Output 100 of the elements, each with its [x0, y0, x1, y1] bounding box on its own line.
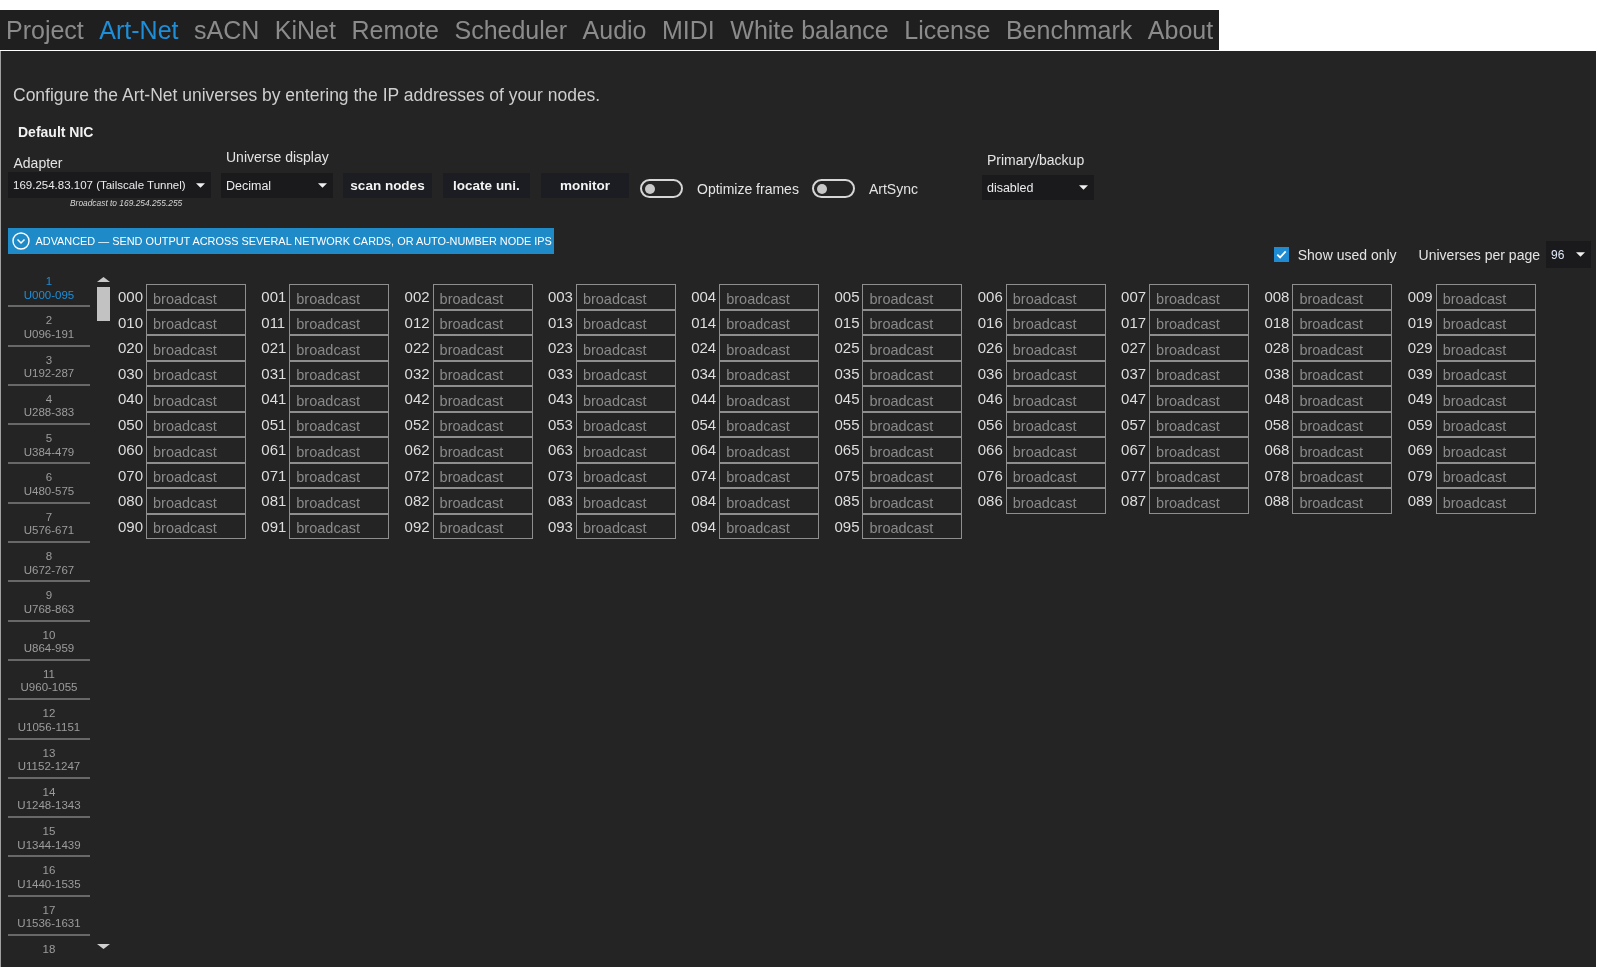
- ip-address-field[interactable]: broadcast: [862, 284, 963, 310]
- ip-address-field[interactable]: broadcast: [862, 513, 963, 540]
- ip-address-field[interactable]: broadcast: [289, 284, 390, 310]
- ip-address-field[interactable]: broadcast: [575, 309, 676, 336]
- ip-address-field[interactable]: broadcast: [1149, 335, 1250, 361]
- ip-address-field[interactable]: broadcast: [289, 513, 390, 540]
- tab[interactable]: Remote: [351, 15, 439, 45]
- ip-address-field[interactable]: broadcast: [432, 513, 533, 540]
- ip-address-field[interactable]: broadcast: [1292, 309, 1393, 336]
- ip-address-field[interactable]: broadcast: [1005, 462, 1106, 489]
- checkbox[interactable]: [1273, 247, 1289, 262]
- page-tab[interactable]: 18: [8, 936, 90, 962]
- tab[interactable]: MIDI: [662, 15, 715, 45]
- page-tab[interactable]: 6 U480-575: [8, 464, 90, 504]
- ip-address-field[interactable]: broadcast: [146, 360, 246, 387]
- ip-address-field[interactable]: broadcast: [289, 437, 390, 463]
- action-button[interactable]: monitor: [541, 173, 629, 198]
- ip-address-field[interactable]: broadcast: [575, 462, 676, 489]
- ip-address-field[interactable]: broadcast: [862, 437, 963, 463]
- page-tab[interactable]: 9 U768-863: [8, 582, 90, 622]
- universes-per-page-dropdown[interactable]: 96: [1546, 241, 1591, 268]
- ip-address-field[interactable]: broadcast: [1005, 488, 1106, 514]
- ip-address-field[interactable]: broadcast: [289, 411, 390, 438]
- ip-address-field[interactable]: broadcast: [289, 462, 390, 489]
- scroll-down-icon[interactable]: [97, 944, 110, 949]
- ip-address-field[interactable]: broadcast: [1435, 437, 1536, 463]
- tab[interactable]: About: [1147, 15, 1214, 45]
- page-tab[interactable]: 16 U1440-1535: [8, 857, 90, 897]
- ip-address-field[interactable]: broadcast: [575, 335, 676, 361]
- ip-address-field[interactable]: broadcast: [432, 411, 533, 438]
- ip-address-field[interactable]: broadcast: [146, 386, 246, 412]
- ip-address-field[interactable]: broadcast: [1292, 360, 1393, 387]
- ip-address-field[interactable]: broadcast: [575, 513, 676, 540]
- ip-address-field[interactable]: broadcast: [1435, 360, 1536, 387]
- ip-address-field[interactable]: broadcast: [1435, 462, 1536, 489]
- ip-address-field[interactable]: broadcast: [575, 488, 676, 514]
- action-button[interactable]: scan nodes: [343, 173, 432, 198]
- adapter-dropdown[interactable]: 169.254.83.107 (Tailscale Tunnel): [8, 172, 211, 198]
- ip-address-field[interactable]: broadcast: [432, 488, 533, 514]
- ip-address-field[interactable]: broadcast: [1149, 462, 1250, 489]
- ip-address-field[interactable]: broadcast: [1149, 360, 1250, 387]
- primary-backup-dropdown[interactable]: disabled: [981, 175, 1094, 200]
- tab[interactable]: sACN: [194, 15, 260, 45]
- ip-address-field[interactable]: broadcast: [146, 488, 246, 514]
- ip-address-field[interactable]: broadcast: [1005, 386, 1106, 412]
- page-tab[interactable]: 13 U1152-1247: [8, 739, 90, 779]
- ip-address-field[interactable]: broadcast: [719, 488, 820, 514]
- ip-address-field[interactable]: broadcast: [1435, 284, 1536, 310]
- ip-address-field[interactable]: broadcast: [146, 309, 246, 336]
- ip-address-field[interactable]: broadcast: [575, 284, 676, 310]
- ip-address-field[interactable]: broadcast: [432, 309, 533, 336]
- ip-address-field[interactable]: broadcast: [719, 513, 820, 540]
- tab[interactable]: Project: [6, 15, 84, 45]
- ip-address-field[interactable]: broadcast: [432, 284, 533, 310]
- ip-address-field[interactable]: broadcast: [1149, 309, 1250, 336]
- ip-address-field[interactable]: broadcast: [1292, 437, 1393, 463]
- ip-address-field[interactable]: broadcast: [1005, 437, 1106, 463]
- ip-address-field[interactable]: broadcast: [719, 437, 820, 463]
- ip-address-field[interactable]: broadcast: [575, 360, 676, 387]
- page-tab[interactable]: 3 U192-287: [8, 346, 90, 386]
- page-tab[interactable]: 15 U1344-1439: [8, 818, 90, 858]
- ip-address-field[interactable]: broadcast: [862, 411, 963, 438]
- ip-address-field[interactable]: broadcast: [432, 462, 533, 489]
- ip-address-field[interactable]: broadcast: [862, 309, 963, 336]
- ip-address-field[interactable]: broadcast: [146, 411, 246, 438]
- ip-address-field[interactable]: broadcast: [146, 437, 246, 463]
- page-tab[interactable]: 8 U672-767: [8, 543, 90, 583]
- tab[interactable]: Audio: [582, 15, 647, 45]
- ip-address-field[interactable]: broadcast: [719, 335, 820, 361]
- page-tab[interactable]: 7 U576-671: [8, 503, 90, 544]
- ip-address-field[interactable]: broadcast: [862, 462, 963, 489]
- ip-address-field[interactable]: broadcast: [1435, 335, 1536, 361]
- toggle-switch[interactable]: [640, 179, 683, 198]
- ip-address-field[interactable]: broadcast: [1435, 309, 1536, 336]
- tab[interactable]: White balance: [730, 15, 889, 45]
- ip-address-field[interactable]: broadcast: [1149, 488, 1250, 514]
- scroll-up-icon[interactable]: [97, 277, 110, 282]
- ip-address-field[interactable]: broadcast: [1005, 411, 1106, 438]
- ip-address-field[interactable]: broadcast: [719, 309, 820, 336]
- ip-address-field[interactable]: broadcast: [432, 437, 533, 463]
- page-tab[interactable]: 5 U384-479: [8, 425, 90, 465]
- ip-address-field[interactable]: broadcast: [432, 386, 533, 412]
- page-tab[interactable]: 11 U960-1055: [8, 660, 90, 701]
- universe-display-dropdown[interactable]: Decimal: [221, 173, 333, 198]
- ip-address-field[interactable]: broadcast: [719, 462, 820, 489]
- tab[interactable]: License: [904, 15, 991, 45]
- tab[interactable]: Benchmark: [1005, 15, 1133, 45]
- ip-address-field[interactable]: broadcast: [1149, 284, 1250, 310]
- toggle-switch[interactable]: [811, 179, 855, 198]
- advanced-section-header[interactable]: ADVANCED — SEND OUTPUT ACROSS SEVERAL NETWORK CARDS, OR AUTO-NUMBER NODE IPS: [8, 228, 554, 254]
- ip-address-field[interactable]: broadcast: [575, 386, 676, 412]
- ip-address-field[interactable]: broadcast: [146, 284, 246, 310]
- ip-address-field[interactable]: broadcast: [289, 335, 390, 361]
- ip-address-field[interactable]: broadcast: [719, 360, 820, 387]
- tab[interactable]: Scheduler: [454, 15, 568, 45]
- ip-address-field[interactable]: broadcast: [1292, 462, 1393, 489]
- page-tab[interactable]: 1 U000-095: [8, 268, 90, 308]
- ip-address-field[interactable]: broadcast: [1149, 437, 1250, 463]
- tab[interactable]: Art-Net: [99, 15, 179, 45]
- ip-address-field[interactable]: broadcast: [1292, 335, 1393, 361]
